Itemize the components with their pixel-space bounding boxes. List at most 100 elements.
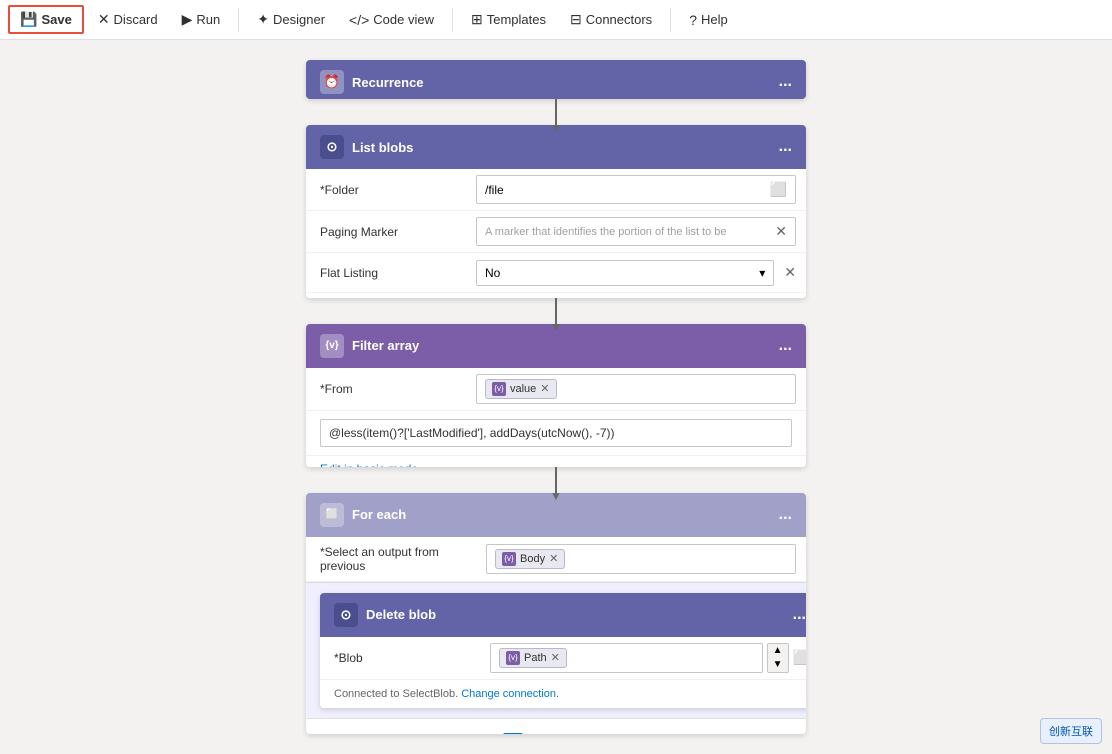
select-output-label: *Select an output from previous: [306, 537, 476, 581]
blob-input[interactable]: {v} Path ✕: [490, 643, 763, 673]
stepper-up[interactable]: ▲: [768, 644, 788, 658]
toolbar: 💾 Save ✕ Discard ▶ Run ✦ Designer </> Co…: [0, 0, 1112, 40]
for-each-body: *Select an output from previous {v} Body…: [306, 537, 806, 734]
chevron-down-icon: ▾: [759, 266, 765, 280]
for-each-header-left: ⬜ For each: [320, 503, 406, 527]
for-each-title: For each: [352, 507, 406, 522]
filter-array-icon: {v}: [320, 334, 344, 358]
delete-blob-header[interactable]: ⊙ Delete blob ...: [320, 593, 806, 637]
list-blobs-icon: ⊙: [320, 135, 344, 159]
select-output-value: {v} Body ✕: [476, 538, 806, 580]
tag-icon: {v}: [492, 382, 506, 396]
expression-row: @less(item()?['LastModified'], addDays(u…: [306, 411, 806, 456]
delete-blob-more[interactable]: ...: [793, 606, 806, 624]
paging-value: A marker that identifies the portion of …: [466, 211, 806, 252]
for-each-more[interactable]: ...: [779, 506, 792, 524]
value-tag: {v} value ✕: [485, 379, 557, 399]
recurrence-more[interactable]: ...: [779, 73, 792, 91]
path-tag-close[interactable]: ✕: [551, 651, 560, 664]
designer-icon: ✦: [257, 11, 269, 28]
delete-blob-connected: Connected to SelectBlob. Change connecti…: [320, 680, 806, 708]
designer-button[interactable]: ✦ Designer: [247, 7, 335, 32]
from-input[interactable]: {v} value ✕: [476, 374, 796, 404]
delete-blob-icon: ⊙: [334, 603, 358, 627]
flow-container: ⏰ Recurrence ... ⊙ List blobs ... *Folde…: [296, 60, 816, 734]
arrow-3: [555, 467, 557, 493]
watermark: 创新互联: [1040, 718, 1102, 744]
add-action-button[interactable]: ⊞ Add an action: [503, 733, 608, 734]
divider2: [452, 8, 453, 32]
body-tag-close[interactable]: ✕: [549, 552, 558, 565]
flat-clear-icon[interactable]: ✕: [784, 264, 796, 281]
folder-value: /file ⬜: [466, 169, 806, 210]
filter-array-card: {v} Filter array ... *From {v} value ✕: [306, 324, 806, 467]
recurrence-icon: ⏰: [320, 70, 344, 94]
run-icon: ▶: [182, 11, 193, 28]
run-button[interactable]: ▶ Run: [172, 7, 231, 32]
folder-text: /file: [485, 183, 504, 197]
paging-label: Paging Marker: [306, 217, 466, 247]
delete-blob-body: *Blob {v} Path ✕: [320, 637, 806, 708]
connectors-button[interactable]: ⊟ Connectors: [560, 7, 662, 32]
path-tag-label: Path: [524, 652, 547, 664]
filter-array-title: Filter array: [352, 338, 419, 353]
paging-row: Paging Marker A marker that identifies t…: [306, 211, 806, 253]
folder-row: *Folder /file ⬜: [306, 169, 806, 211]
add-action-area: ⊞ Add an action: [306, 718, 806, 734]
recurrence-header[interactable]: ⏰ Recurrence ...: [306, 60, 806, 99]
paging-input[interactable]: A marker that identifies the portion of …: [476, 217, 796, 246]
canvas: ⏰ Recurrence ... ⊙ List blobs ... *Folde…: [0, 40, 1112, 754]
flat-text: No: [485, 266, 500, 280]
delete-blob-card: ⊙ Delete blob ... *Blob: [320, 593, 806, 708]
blob-value: {v} Path ✕ ▲ ▼ ⬜: [480, 637, 806, 679]
help-icon: ?: [689, 12, 697, 28]
folder-input[interactable]: /file ⬜: [476, 175, 796, 204]
arrow-1: [555, 99, 557, 125]
from-row: *From {v} value ✕: [306, 368, 806, 411]
connectors-icon: ⊟: [570, 11, 582, 28]
paging-placeholder: A marker that identifies the portion of …: [485, 226, 727, 238]
templates-button[interactable]: ⊞ Templates: [461, 7, 556, 32]
close-icon: ✕: [98, 11, 110, 28]
body-tag-label: Body: [520, 553, 545, 565]
recurrence-card: ⏰ Recurrence ...: [306, 60, 806, 99]
path-tag-icon: {v}: [506, 651, 520, 665]
folder-browse-icon[interactable]: ⬜: [770, 181, 787, 198]
edit-mode-link[interactable]: Edit in basic mode: [306, 456, 806, 467]
flat-label: Flat Listing: [306, 258, 466, 288]
blob-browse-icon[interactable]: ⬜: [793, 649, 806, 666]
stepper[interactable]: ▲ ▼: [767, 643, 789, 673]
list-blobs-body: *Folder /file ⬜ Paging Marker A marker t…: [306, 169, 806, 297]
path-tag: {v} Path ✕: [499, 648, 567, 668]
discard-button[interactable]: ✕ Discard: [88, 7, 168, 32]
recurrence-header-left: ⏰ Recurrence: [320, 70, 424, 94]
for-each-icon: ⬜: [320, 503, 344, 527]
list-blobs-title: List blobs: [352, 140, 413, 155]
blob-row: *Blob {v} Path ✕: [320, 637, 806, 680]
paging-clear-icon[interactable]: ✕: [775, 223, 787, 240]
list-blobs-more[interactable]: ...: [779, 138, 792, 156]
delete-blob-title: Delete blob: [366, 607, 436, 622]
filter-array-body: *From {v} value ✕ @less(item()?['LastMod…: [306, 368, 806, 467]
filter-array-header-left: {v} Filter array: [320, 334, 419, 358]
divider3: [670, 8, 671, 32]
flat-value: No ▾ ✕: [466, 254, 806, 292]
folder-label: *Folder: [306, 175, 466, 205]
stepper-down[interactable]: ▼: [768, 658, 788, 672]
tag-label: value: [510, 383, 536, 395]
code-view-button[interactable]: </> Code view: [339, 8, 444, 32]
blob-label: *Blob: [320, 643, 480, 673]
delete-blob-change-connection[interactable]: Change connection.: [461, 688, 559, 700]
arrow-2: [555, 298, 557, 324]
save-button[interactable]: 💾 Save: [8, 5, 84, 34]
help-button[interactable]: ? Help: [679, 8, 738, 32]
nested-area: ⊙ Delete blob ... *Blob: [306, 582, 806, 718]
filter-array-more[interactable]: ...: [779, 337, 792, 355]
flat-select[interactable]: No ▾: [476, 260, 774, 286]
from-value: {v} value ✕: [466, 368, 806, 410]
tag-close[interactable]: ✕: [540, 382, 549, 395]
list-blobs-header-left: ⊙ List blobs: [320, 135, 413, 159]
expression-input[interactable]: @less(item()?['LastModified'], addDays(u…: [320, 419, 792, 447]
select-output-input[interactable]: {v} Body ✕: [486, 544, 796, 574]
flat-listing-row: Flat Listing No ▾ ✕: [306, 253, 806, 293]
